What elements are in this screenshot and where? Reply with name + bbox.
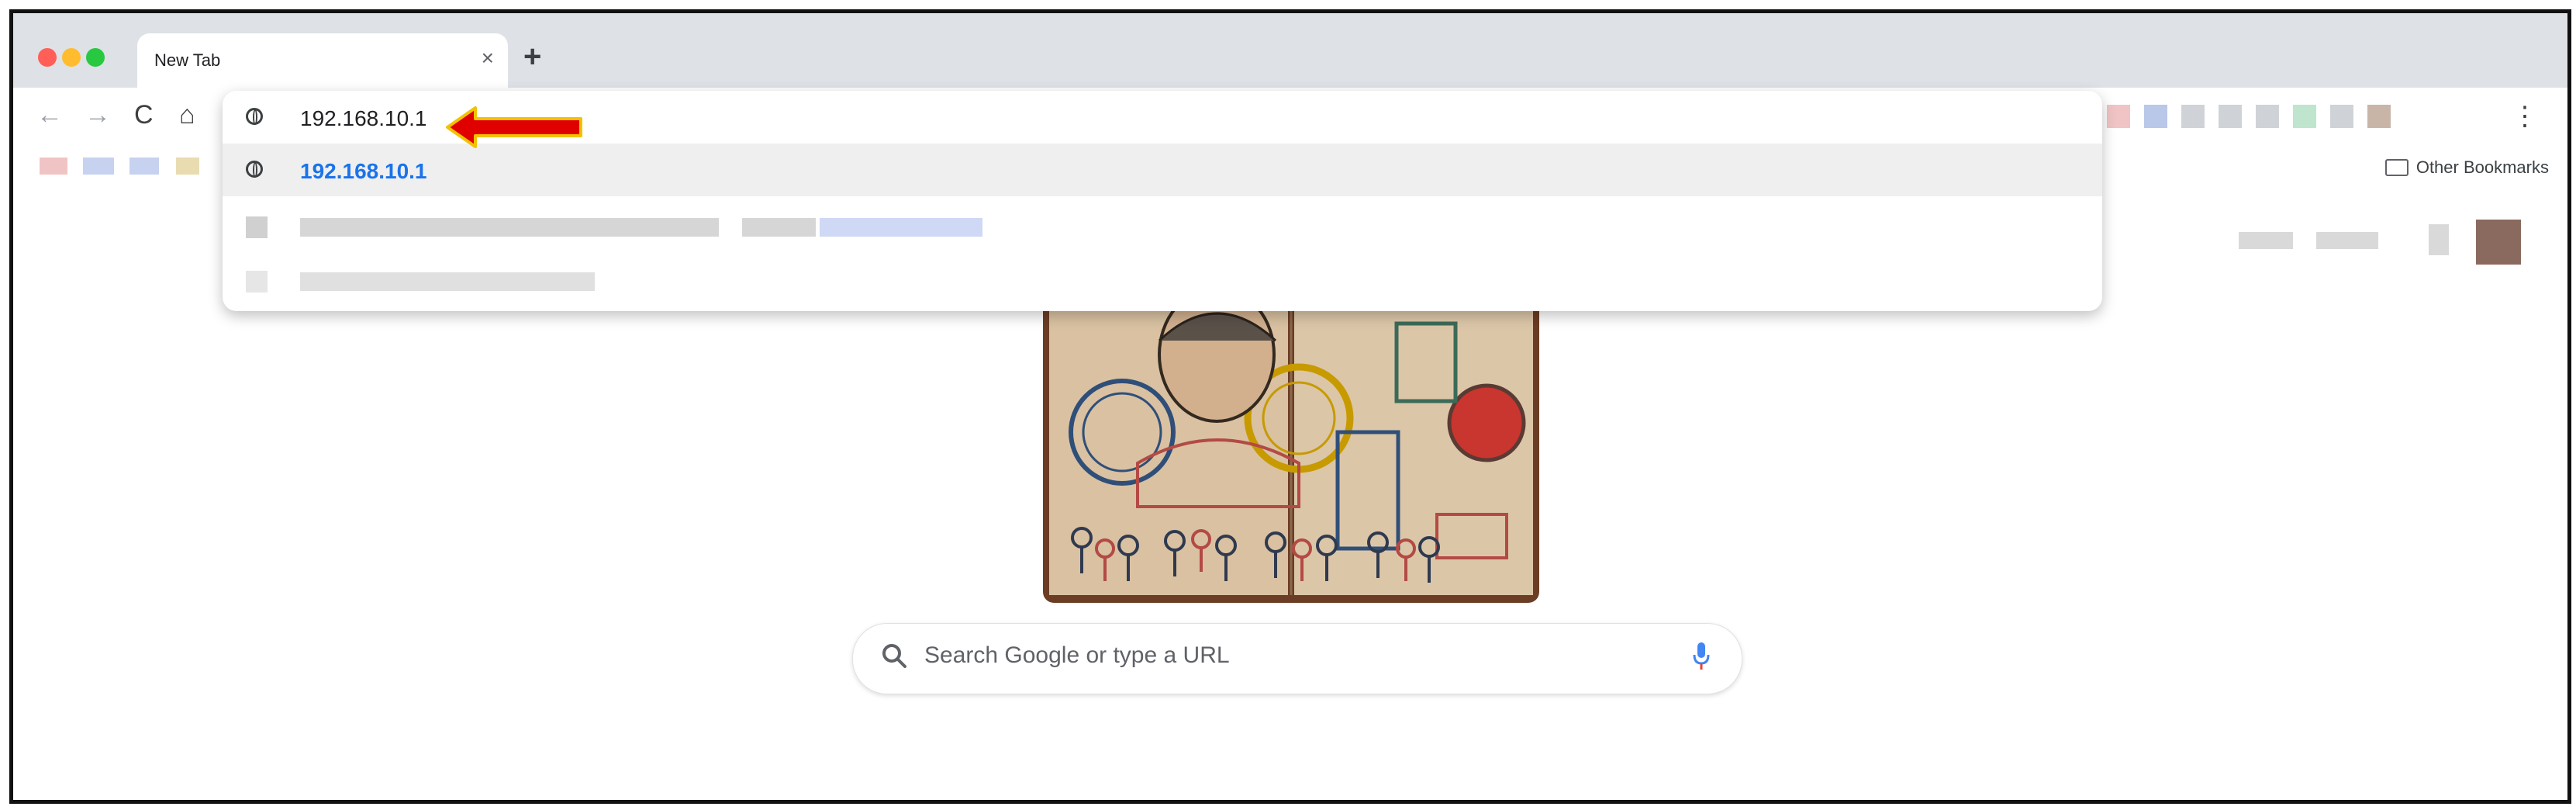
menu-icon[interactable]: ⋮ (2512, 103, 2538, 130)
history-icon (246, 216, 268, 238)
omnibox-suggestion[interactable] (223, 199, 2102, 252)
extension-icon[interactable] (2219, 105, 2242, 128)
search-box[interactable]: Search Google or type a URL (852, 623, 1742, 694)
browser-window: New Tab × + ← → C ⌂ ⋮ Other Bookmarks Se… (9, 9, 2571, 804)
extension-icon[interactable] (2367, 105, 2391, 128)
bookmark-item[interactable] (176, 158, 199, 175)
images-link[interactable] (2316, 232, 2378, 249)
gmail-link[interactable] (2239, 232, 2293, 249)
suggestion-text: 192.168.10.1 (300, 159, 427, 183)
search-placeholder: Search Google or type a URL (924, 642, 1230, 668)
extension-icon[interactable] (2330, 105, 2353, 128)
globe-icon (246, 161, 263, 178)
other-bookmarks-label: Other Bookmarks (2415, 158, 2549, 177)
extension-icons (2107, 105, 2391, 128)
home-icon[interactable]: ⌂ (179, 102, 195, 128)
history-icon (246, 271, 268, 292)
bookmark-item[interactable] (83, 158, 114, 175)
mic-icon[interactable] (1692, 641, 1711, 672)
suggestion-text (300, 272, 595, 291)
address-input-value[interactable]: 192.168.10.1 (300, 106, 427, 131)
maximize-window-button[interactable] (86, 48, 105, 67)
suggestion-url (742, 218, 816, 237)
avatar[interactable] (2476, 220, 2521, 265)
tab-new-tab[interactable]: New Tab × (137, 33, 508, 88)
forward-icon[interactable]: → (85, 102, 111, 128)
other-bookmarks-button[interactable]: Other Bookmarks (2384, 158, 2549, 178)
extension-icon[interactable] (2107, 105, 2130, 128)
tab-close-icon[interactable]: × (482, 47, 494, 69)
suggestion-url (820, 218, 982, 237)
google-doodle[interactable] (1043, 292, 1539, 603)
tab-title: New Tab (154, 50, 221, 70)
globe-icon (246, 108, 263, 125)
bookmark-item[interactable] (40, 158, 67, 175)
reload-icon[interactable]: C (134, 102, 154, 128)
bookmark-item[interactable] (129, 158, 159, 175)
extension-icon[interactable] (2293, 105, 2316, 128)
annotation-arrow (446, 106, 582, 148)
search-icon (882, 644, 906, 668)
apps-icon[interactable] (2429, 224, 2449, 255)
minimize-window-button[interactable] (62, 48, 81, 67)
extension-icon[interactable] (2181, 105, 2205, 128)
new-tab-button[interactable]: + (523, 41, 541, 72)
omnibox-suggestion-selected[interactable]: 192.168.10.1 (223, 144, 2102, 196)
extension-icon[interactable] (2144, 105, 2167, 128)
close-window-button[interactable] (38, 48, 57, 67)
back-icon[interactable]: ← (36, 102, 63, 128)
extension-icon[interactable] (2256, 105, 2279, 128)
folder-icon (2384, 159, 2409, 176)
omnibox-suggestion[interactable] (223, 254, 2102, 306)
suggestion-text (300, 218, 719, 237)
tab-strip: New Tab × + (13, 13, 2567, 88)
